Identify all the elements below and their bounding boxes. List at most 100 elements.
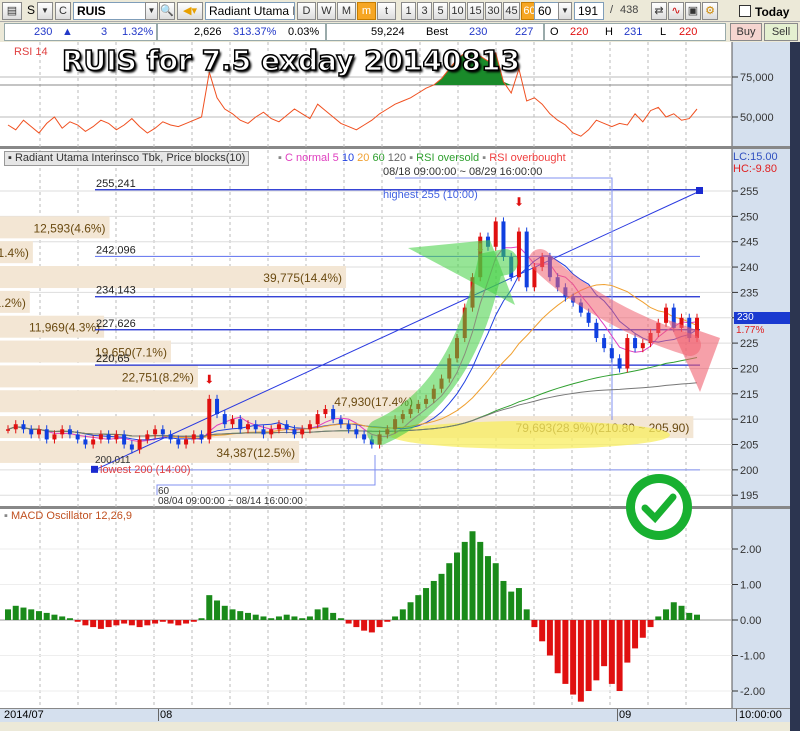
candle <box>292 429 297 435</box>
candle <box>315 414 320 425</box>
legend-ma-60: 60 <box>372 152 385 164</box>
speaker-icon[interactable]: ◀▾ <box>177 2 203 20</box>
volume-block-label: 3,779(1.4%) <box>0 246 29 260</box>
macd-bar <box>190 620 197 622</box>
macd-tick-label: -1.00 <box>740 651 765 663</box>
chart-area[interactable]: 75,000 50,000 255 250 245 240 235 230 225 220 215 2… <box>0 42 790 708</box>
macd-bar <box>322 607 329 620</box>
minute-button-3[interactable]: 3 <box>417 2 432 20</box>
chart-svg[interactable]: 75,000 50,000 255 250 245 240 235 230 225 220 215 2… <box>0 42 790 708</box>
chart-menu-button[interactable]: ▤ <box>2 2 22 20</box>
macd-bar <box>90 620 97 628</box>
buy-button[interactable]: Buy <box>730 23 762 41</box>
candle <box>586 312 591 323</box>
macd-bar <box>670 602 677 620</box>
current-price-pct: 1.77% <box>736 325 765 336</box>
sell-button[interactable]: Sell <box>764 23 798 41</box>
macd-tick-label: -2.00 <box>740 686 765 698</box>
search-icon[interactable]: 🔍 <box>159 2 175 20</box>
high-label: H <box>605 26 613 38</box>
macd-bar <box>43 612 50 620</box>
legend-ma-10: 10 <box>341 152 355 164</box>
candle <box>664 307 669 323</box>
macd-bar <box>415 595 422 620</box>
candle <box>199 434 204 440</box>
amount: 59,224 <box>371 26 405 38</box>
macd-bar <box>5 609 11 620</box>
candle <box>145 434 150 440</box>
time-clock: 10:00:00 <box>736 709 782 721</box>
minute-button-30[interactable]: 30 <box>485 2 502 20</box>
legend-ma-5: 5 <box>332 152 339 164</box>
settings-gear-icon[interactable]: ⚙ <box>702 2 718 20</box>
macd-bar <box>508 591 515 620</box>
candle <box>338 419 343 425</box>
candle <box>60 429 65 435</box>
candle <box>602 338 607 349</box>
minute-button-10[interactable]: 10 <box>449 2 466 20</box>
price-tick-label: 250 <box>740 211 758 223</box>
macd-tick-label: 0.00 <box>740 615 761 627</box>
macd-bar <box>616 620 623 691</box>
total-bars: 438 <box>620 4 639 16</box>
price-tick-label: 200 <box>740 465 758 477</box>
macd-bar <box>175 620 182 626</box>
candle <box>168 434 173 440</box>
macd-bar <box>593 620 600 681</box>
market-dropdown-button[interactable]: ▼ <box>37 2 53 20</box>
price-level-label: 234,143 <box>96 285 136 297</box>
period-button-W[interactable]: W <box>317 2 336 20</box>
sell-signal-arrow-icon: ⬇ <box>204 373 214 387</box>
macd-bar <box>66 618 73 620</box>
candle <box>331 409 336 420</box>
candle <box>269 429 274 435</box>
candle <box>114 434 119 440</box>
macd-bar <box>221 605 228 620</box>
macd-bar <box>570 620 577 695</box>
macd-bar <box>554 620 561 674</box>
candle <box>153 429 158 435</box>
volume-pct: 313.37% <box>233 26 277 38</box>
time-label-sep: 09 <box>617 709 632 721</box>
period-button-M[interactable]: M <box>337 2 356 20</box>
period-button-t[interactable]: t <box>377 2 396 20</box>
today-label: Today <box>755 5 790 19</box>
range-top-label: 08/18 09:00:00 ~ 08/29 16:00:00 <box>383 166 543 178</box>
macd-title: ▪ MACD Oscillator 12,26,9 <box>4 510 133 522</box>
link-icon[interactable]: ⇄ <box>651 2 667 20</box>
open-value: 220 <box>570 26 589 38</box>
lc-label: LC:15.00 <box>733 151 778 163</box>
minute-button-15[interactable]: 15 <box>467 2 484 20</box>
low-value-label: 200,011 <box>95 455 131 466</box>
candle <box>346 424 351 430</box>
minute-button-5[interactable]: 5 <box>433 2 448 20</box>
candle <box>524 231 529 288</box>
candle <box>284 424 289 430</box>
macd-bar <box>361 620 368 631</box>
period-button-m[interactable]: m <box>357 2 376 20</box>
indicator-icon[interactable]: ∿ <box>668 2 684 20</box>
period-button-D[interactable]: D <box>297 2 316 20</box>
type-button[interactable]: C <box>55 2 71 20</box>
price-level-label: 255,241 <box>96 178 136 190</box>
minute-button-45[interactable]: 45 <box>503 2 520 20</box>
macd-bar <box>152 620 159 624</box>
candle <box>493 221 498 247</box>
save-icon[interactable]: ▣ <box>685 2 701 20</box>
macd-bar <box>237 611 244 620</box>
macd-bar <box>461 541 468 620</box>
minute-button-1[interactable]: 1 <box>401 2 416 20</box>
macd-bar <box>128 620 135 626</box>
horizontal-scrollbar[interactable] <box>0 722 790 731</box>
up-triangle-icon: ▲ <box>62 26 73 38</box>
sell-signal-arrow-icon: ⬇ <box>514 195 524 209</box>
bar-count-input[interactable]: 191 <box>574 2 604 20</box>
macd-title-text: MACD Oscillator 12,26,9 <box>10 510 133 522</box>
candle <box>516 231 521 278</box>
symbol-dropdown-button[interactable]: ▼ <box>145 2 158 20</box>
minute-dropdown-button[interactable]: ▼ <box>558 2 572 20</box>
today-checkbox[interactable] <box>739 5 751 17</box>
macd-bar <box>121 620 128 624</box>
macd-bar <box>678 605 685 620</box>
price-pane-title: ▪ Radiant Utama Interinsco Tbk, Price bl… <box>4 151 250 166</box>
